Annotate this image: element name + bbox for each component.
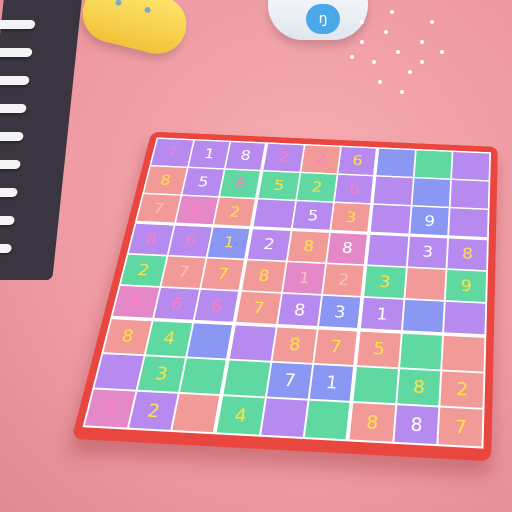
sudoku-cell[interactable]: 5 [182,167,225,197]
sudoku-cell[interactable]: 8 [128,223,174,255]
sudoku-cell[interactable] [376,148,415,177]
sudoku-cell[interactable] [187,323,234,359]
sudoku-cell[interactable] [353,366,398,404]
sudoku-cell[interactable]: 3 [331,203,372,234]
sudoku-cell[interactable]: 7 [266,362,313,399]
sudoku-cell[interactable]: 8 [226,142,267,170]
sudoku-cell[interactable]: 8 [272,327,317,363]
sudoku-cell[interactable]: 5 [292,201,334,232]
sudoku-cell[interactable]: 1 [188,140,230,168]
sudoku-cell[interactable] [449,208,488,239]
sudoku-cell[interactable]: 8 [144,166,187,195]
sudoku-cell[interactable] [373,176,413,206]
sudoku-cell[interactable] [223,360,271,397]
sudoku-cell[interactable]: 9 [409,206,450,237]
sudoku-cell[interactable]: 8 [394,405,439,445]
sudoku-cell[interactable]: 7 [236,292,281,326]
sudoku-cell[interactable]: 2 [263,143,304,172]
sudoku-cell[interactable]: 6 [194,290,240,324]
sudoku-cell[interactable]: 8 [220,169,262,199]
sudoku-cell[interactable] [367,234,408,267]
sudoku-cell[interactable] [253,199,295,230]
sudoku-cell[interactable]: 6 [335,174,375,204]
sudoku-cell[interactable] [172,394,222,433]
sudoku-cell[interactable] [370,205,411,236]
sudoku-cell[interactable]: 2 [120,254,167,287]
sudoku-board: 7182268585267625398612883827781239666783… [71,131,498,462]
sudoku-cell[interactable]: 7 [161,256,206,289]
sudoku-cell[interactable]: 7 [136,194,181,224]
sudoku-cell[interactable]: 6 [112,286,159,320]
sudoku-cell[interactable]: 6 [153,288,200,322]
sudoku-cell[interactable]: 8 [349,403,395,442]
sudoku-cell[interactable]: 8 [287,231,330,263]
sudoku-cell[interactable] [229,325,276,361]
sudoku-cell[interactable] [414,150,452,179]
sudoku-cell[interactable]: 4 [145,321,193,357]
sudoku-cell[interactable]: 6 [84,389,135,428]
sudoku-cell[interactable] [442,335,485,372]
sudoku-cell[interactable]: 4 [216,396,265,435]
sudoku-cell[interactable]: 2 [128,391,179,430]
sudoku-cell[interactable]: 5 [357,331,401,367]
sudoku-cell[interactable]: 5 [258,171,300,200]
sudoku-cell[interactable]: 2 [301,145,341,174]
sudoku-cell[interactable]: 2 [323,263,366,297]
sudoku-cell[interactable]: 7 [438,407,483,447]
sudoku-cell[interactable] [94,353,144,390]
sudoku-cell[interactable]: 8 [327,232,369,265]
sudoku-cell[interactable] [399,333,443,370]
sudoku-cell[interactable]: 1 [282,261,326,295]
sudoku-cell[interactable]: 8 [277,294,322,328]
sudoku-cell[interactable] [405,267,446,301]
sudoku-cell[interactable]: 1 [207,227,252,259]
sudoku-cell[interactable]: 7 [151,138,193,167]
sudoku-cell[interactable]: 8 [447,238,487,270]
sudoku-cell[interactable] [452,152,490,180]
sudoku-cell[interactable]: 3 [319,296,363,330]
sudoku-cell[interactable]: 6 [175,196,219,226]
sudoku-cell[interactable] [412,178,451,207]
sudoku-cell[interactable]: 2 [247,229,291,261]
sudoku-cell[interactable]: 2 [214,197,257,228]
sudoku-cell[interactable] [444,302,486,337]
sudoku-cell[interactable]: 2 [296,172,337,202]
sudoku-cell[interactable]: 6 [168,225,213,257]
sudoku-cell[interactable]: 1 [309,364,356,402]
sudoku-cell[interactable]: 3 [137,355,186,393]
sudoku-cell[interactable] [180,358,228,395]
sudoku-cell[interactable]: 8 [103,319,152,354]
sudoku-cell[interactable]: 8 [242,260,286,293]
sudoku-cell[interactable] [450,179,489,209]
sudoku-cell[interactable]: 8 [396,368,441,406]
sudoku-cell[interactable] [260,398,308,437]
sudoku-cell[interactable]: 1 [360,298,404,332]
sudoku-cell[interactable]: 3 [407,236,448,268]
sudoku-grid: 7182268585267625398612883827781239666783… [82,137,492,449]
sudoku-cell[interactable]: 7 [201,258,246,291]
sudoku-cell[interactable]: 6 [338,147,378,175]
sudoku-cell[interactable]: 2 [440,371,484,409]
sudoku-cell[interactable]: 3 [364,265,406,299]
sudoku-cell[interactable]: 9 [446,269,487,303]
sudoku-cell[interactable] [305,401,352,440]
sudoku-cell[interactable]: 7 [314,329,359,365]
scene: 7182268585267625398612883827781239666783… [0,0,512,512]
sudoku-cell[interactable] [402,300,445,334]
